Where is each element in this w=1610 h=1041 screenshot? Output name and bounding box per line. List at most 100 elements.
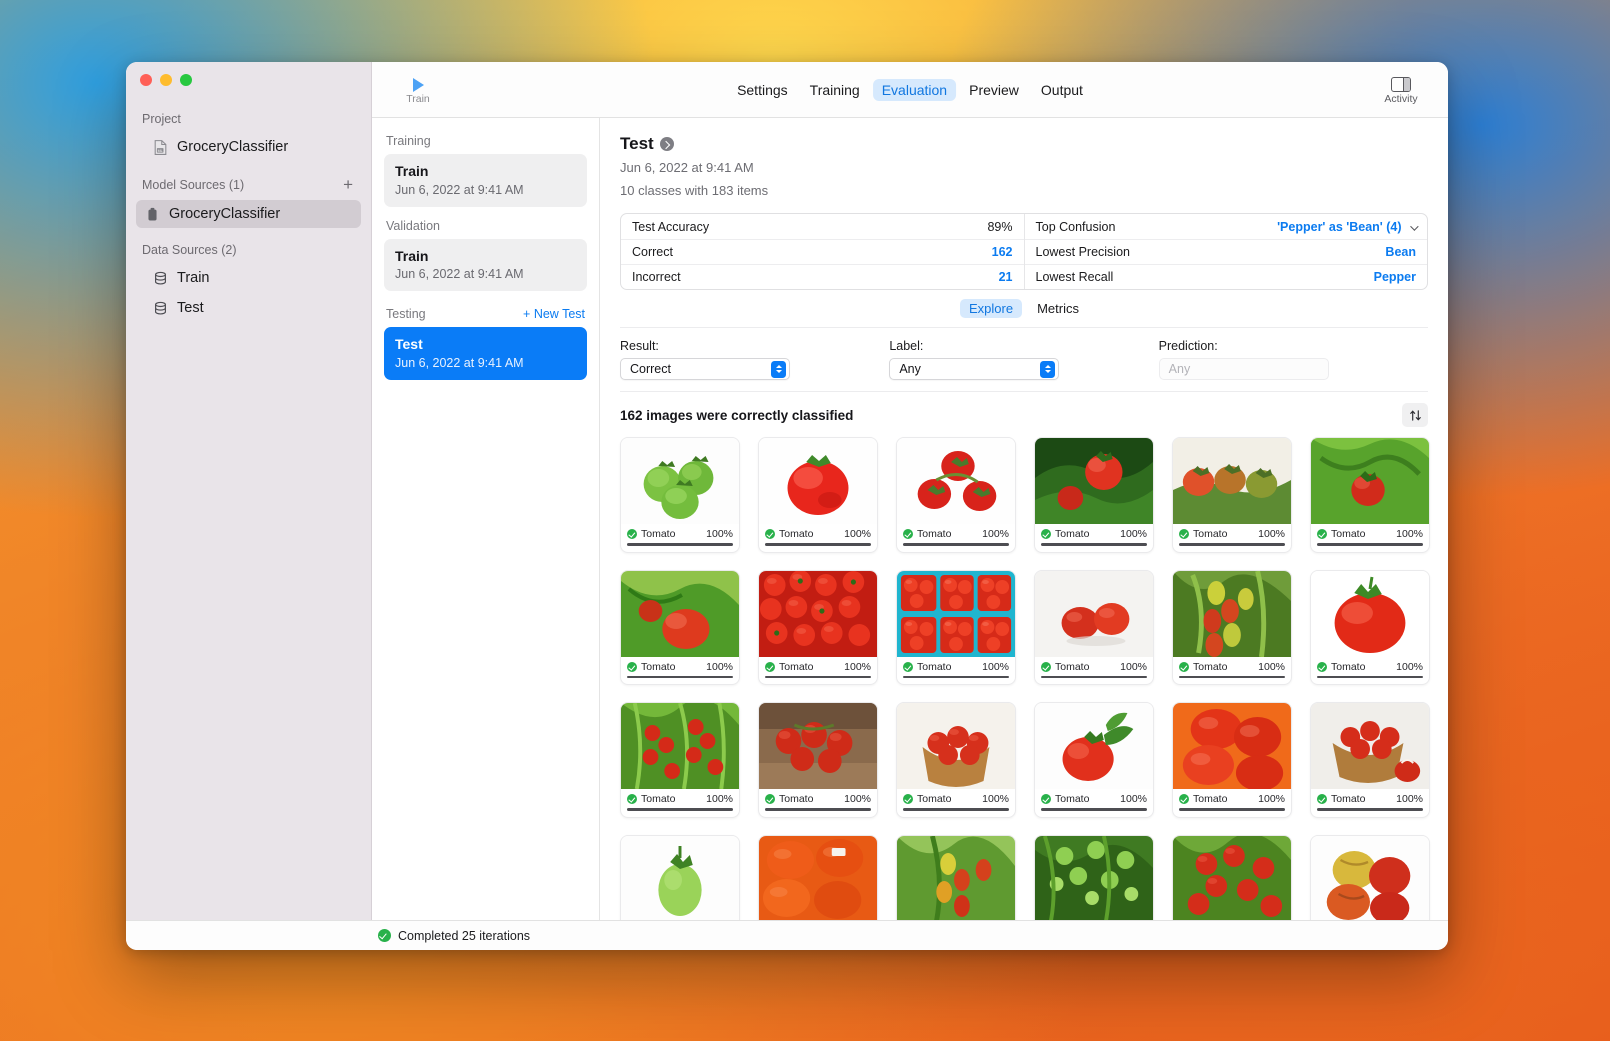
tab-output[interactable]: Output <box>1032 79 1092 101</box>
sort-arrows-icon <box>1409 409 1421 421</box>
result-card[interactable]: Tomato 100% <box>758 569 878 686</box>
result-thumbnail <box>1173 438 1291 525</box>
evaluation-date: Jun 6, 2022 at 9:41 AM <box>620 160 754 175</box>
segmented-control: Explore Metrics <box>620 299 1428 319</box>
tab-settings[interactable]: Settings <box>728 79 797 101</box>
check-circle-icon <box>378 929 391 942</box>
add-model-source-button[interactable]: + <box>341 176 355 193</box>
metric-value[interactable]: 21 <box>999 270 1013 284</box>
result-card-meta: Tomato 100% <box>759 789 877 808</box>
metrics-table: Test Accuracy 89% Correct 162 Incorrect … <box>620 213 1428 291</box>
result-card[interactable]: Tomato 100% <box>896 834 1016 920</box>
metric-value: 'Pepper' as 'Bean' (4) <box>1277 219 1402 234</box>
reveal-arrow-icon[interactable] <box>659 137 674 151</box>
result-card[interactable]: Tomato 100% <box>620 569 740 686</box>
result-card[interactable]: Tomato 100% <box>758 702 878 818</box>
result-thumbnail <box>897 703 1015 790</box>
run-title: Train <box>395 163 429 179</box>
sidebar: Project ML GroceryClassifier Model Sourc… <box>126 62 372 920</box>
result-select-value: Correct <box>630 362 671 377</box>
result-card[interactable]: Tomato 100% <box>1172 702 1292 818</box>
metric-row-test-accuracy: Test Accuracy 89% <box>621 214 1024 239</box>
result-card[interactable]: Tomato 100% <box>1310 702 1430 818</box>
tab-metrics[interactable]: Metrics <box>1028 299 1088 318</box>
result-card-label: Tomato <box>641 528 676 541</box>
run-card-training[interactable]: Train Jun 6, 2022 at 9:41 AM <box>384 154 587 207</box>
result-card-confidence: 100% <box>1120 528 1147 541</box>
prediction-select[interactable]: Any <box>1158 358 1329 381</box>
window-body: Project ML GroceryClassifier Model Sourc… <box>126 62 1448 920</box>
runs-header-testing-label: Testing <box>386 307 426 321</box>
label-select[interactable]: Any <box>889 358 1060 381</box>
metric-value[interactable]: Bean <box>1385 245 1416 259</box>
result-card[interactable]: Tomato 100% <box>620 702 740 818</box>
page-title: Test <box>620 134 1428 154</box>
tab-training[interactable]: Training <box>801 79 869 101</box>
result-card-meta: Tomato 100% <box>1173 524 1291 543</box>
result-card-confidence: 100% <box>844 660 871 673</box>
sidebar-item-data-source-train[interactable]: Train <box>144 264 361 292</box>
result-card[interactable]: Tomato 100% <box>1310 437 1430 553</box>
result-card-meta: Tomato 100% <box>1035 524 1153 543</box>
result-card[interactable]: Tomato 100% <box>620 834 740 920</box>
tab-preview[interactable]: Preview <box>960 79 1028 101</box>
result-card-meta: Tomato 100% <box>759 524 877 543</box>
filter-prediction-label: Prediction: <box>1158 339 1218 354</box>
result-card-meta: Tomato 100% <box>621 789 739 808</box>
metric-value-wrap[interactable]: 'Pepper' as 'Bean' (4) <box>1277 219 1419 234</box>
sidebar-item-model-source[interactable]: GroceryClassifier <box>136 200 361 228</box>
result-card[interactable]: Tomato 100% <box>896 437 1016 553</box>
metric-row-lowest-precision: Lowest Precision Bean <box>1024 239 1427 264</box>
result-card[interactable]: Tomato 100% <box>1034 569 1154 686</box>
tab-explore[interactable]: Explore <box>960 299 1023 319</box>
sidebar-section-model-sources-label: Model Sources (1) <box>142 177 245 192</box>
result-card-confidence: 100% <box>844 793 871 806</box>
sidebar-item-data-source-test[interactable]: Test <box>144 294 361 322</box>
result-card[interactable]: Tomato 100% <box>1310 834 1430 920</box>
sidebar-section-project-label: Project <box>142 112 181 126</box>
zoom-button[interactable] <box>180 74 192 86</box>
sidebar-item-project-file[interactable]: ML GroceryClassifier <box>144 133 361 161</box>
result-thumbnail <box>621 438 739 525</box>
chevron-updown-icon <box>1040 360 1056 378</box>
result-card[interactable]: Tomato 100% <box>896 569 1016 686</box>
close-button[interactable] <box>140 74 152 86</box>
runs-header-training-label: Training <box>386 134 431 148</box>
model-cube-icon <box>148 207 157 220</box>
result-card-label: Tomato <box>1055 793 1090 806</box>
tab-evaluation[interactable]: Evaluation <box>872 78 957 101</box>
result-card-meta: Tomato 100% <box>897 657 1015 676</box>
metric-value[interactable]: Pepper <box>1374 270 1416 284</box>
result-card-meta: Tomato 100% <box>1311 524 1429 543</box>
result-card[interactable]: Tomato 100% <box>1172 437 1292 553</box>
app-window: Project ML GroceryClassifier Model Sourc… <box>126 62 1448 950</box>
result-card[interactable]: Tomato 100% <box>1034 702 1154 818</box>
confidence-bar <box>1179 808 1285 811</box>
run-card-testing[interactable]: Test Jun 6, 2022 at 9:41 AM <box>384 327 587 380</box>
result-card-label: Tomato <box>1331 660 1366 673</box>
result-card-label: Tomato <box>1055 528 1090 541</box>
check-circle-icon <box>1179 794 1189 805</box>
result-card[interactable]: Tomato 100% <box>896 702 1016 818</box>
chevron-down-icon[interactable] <box>1410 221 1419 231</box>
minimize-button[interactable] <box>160 74 172 86</box>
new-test-button[interactable]: + New Test <box>523 307 585 321</box>
result-card[interactable]: Tomato 100% <box>1310 569 1430 686</box>
metric-label: Top Confusion <box>1035 219 1116 234</box>
metric-value[interactable]: 162 <box>992 245 1013 259</box>
result-select[interactable]: Correct <box>620 358 790 381</box>
result-card[interactable]: Tomato 100% <box>1034 437 1154 553</box>
result-card[interactable]: Tomato 100% <box>758 834 878 920</box>
sort-button[interactable] <box>1402 403 1428 428</box>
result-card[interactable]: Tomato 100% <box>620 437 740 553</box>
activity-button[interactable]: Activity <box>1372 74 1430 105</box>
runs-header-training: Training <box>386 134 585 148</box>
result-thumbnail <box>621 703 739 790</box>
result-card[interactable]: Tomato 100% <box>1034 834 1154 920</box>
result-card[interactable]: Tomato 100% <box>1172 834 1292 920</box>
confidence-bar <box>1317 808 1423 811</box>
result-card[interactable]: Tomato 100% <box>1172 569 1292 686</box>
result-card[interactable]: Tomato 100% <box>758 437 878 553</box>
train-button[interactable]: Train <box>390 75 446 105</box>
run-card-validation[interactable]: Train Jun 6, 2022 at 9:41 AM <box>384 238 587 291</box>
